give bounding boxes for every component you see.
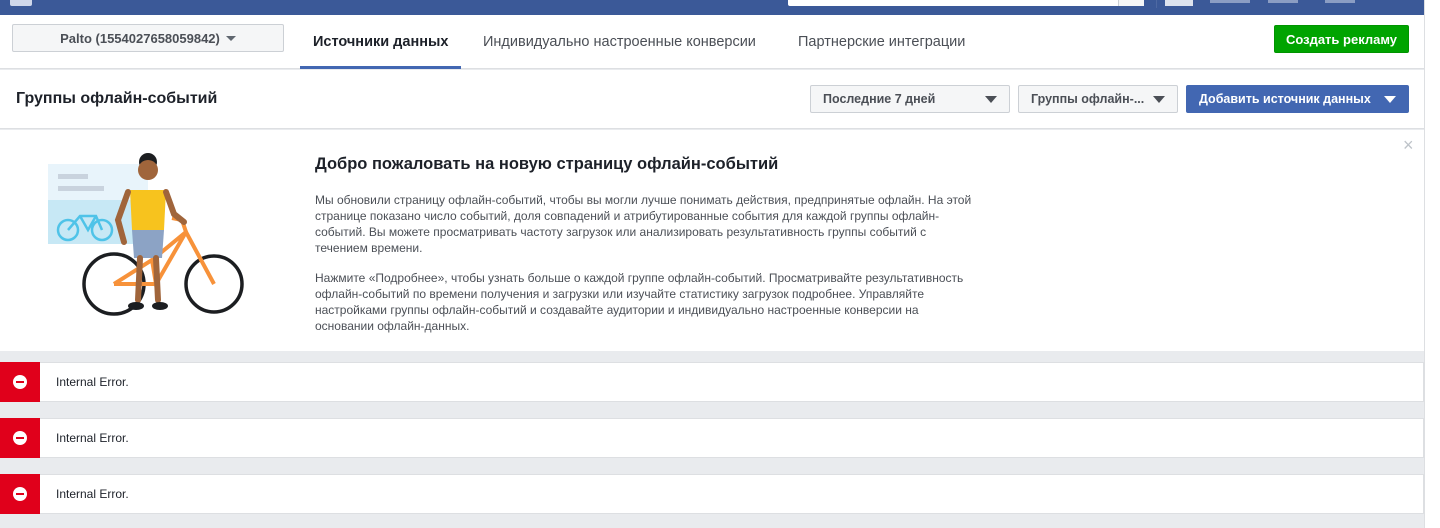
add-data-source-button[interactable]: Добавить источник данных: [1186, 85, 1409, 113]
welcome-paragraph-1: Мы обновили страницу офлайн-событий, что…: [315, 192, 1015, 256]
close-icon[interactable]: ×: [1403, 136, 1414, 154]
error-message: Internal Error.: [56, 375, 129, 389]
tab-label: Источники данных: [313, 33, 449, 50]
error-icon: [0, 418, 40, 458]
welcome-paragraph-2: Нажмите «Подробнее», чтобы узнать больше…: [315, 270, 1015, 334]
paragraph-line: Мы обновили страницу офлайн-событий, что…: [315, 193, 972, 207]
error-row: Internal Error.: [0, 418, 1424, 458]
tabs-row: Palto (1554027658059842) Источники данны…: [0, 15, 1424, 69]
page-title: Группы офлайн-событий: [16, 90, 218, 107]
error-row: Internal Error.: [0, 362, 1424, 402]
account-selector-label: Palto (1554027658059842): [60, 30, 220, 46]
tab-partner-integrations[interactable]: Партнерские интеграции: [798, 15, 965, 68]
triangle-down-icon: [1153, 96, 1165, 103]
triangle-down-icon: [985, 96, 997, 103]
tab-label: Партнерские интеграции: [798, 33, 966, 50]
date-range-label: Последние 7 дней: [823, 92, 936, 106]
error-icon: [0, 474, 40, 514]
paragraph-line: Нажмите «Подробнее», чтобы узнать больше…: [315, 271, 964, 285]
add-data-source-label: Добавить источник данных: [1199, 92, 1371, 106]
paragraph-line: настройками группы офлайн-событий и созд…: [315, 303, 919, 317]
tab-data-sources[interactable]: Источники данных: [300, 15, 461, 69]
welcome-panel: Добро пожаловать на новую страницу офлай…: [0, 130, 1424, 351]
event-groups-dropdown[interactable]: Группы офлайн-...: [1018, 85, 1178, 113]
scrollbar[interactable]: [1424, 0, 1440, 528]
account-selector[interactable]: Palto (1554027658059842): [12, 24, 284, 52]
date-range-dropdown[interactable]: Последние 7 дней: [810, 85, 1010, 113]
event-groups-label: Группы офлайн-...: [1031, 92, 1145, 106]
facebook-logo-icon[interactable]: [10, 0, 32, 6]
search-input[interactable]: [788, 0, 1144, 6]
triangle-down-icon: [1384, 96, 1396, 103]
welcome-title: Добро пожаловать на новую страницу офлай…: [315, 155, 779, 173]
person-with-bicycle-illustration: [48, 153, 244, 316]
error-row: Internal Error.: [0, 474, 1424, 514]
paragraph-line: странице показано число событий, доля со…: [315, 209, 940, 223]
paragraph-line: течением времени.: [315, 241, 423, 255]
nav-link[interactable]: [1325, 0, 1355, 3]
top-nav-bar: [0, 0, 1424, 15]
title-row: Группы офлайн-событий Последние 7 дней Г…: [0, 70, 1424, 129]
search-icon[interactable]: [1118, 0, 1144, 6]
divider: [1156, 0, 1157, 8]
profile-name-link[interactable]: [1210, 0, 1250, 3]
paragraph-line: основании офлайн-данных.: [315, 319, 470, 333]
error-message: Internal Error.: [56, 431, 129, 445]
paragraph-line: событий. Вы можете просматривать частоту…: [315, 225, 927, 239]
home-link[interactable]: [1268, 0, 1298, 3]
paragraph-line: офлайн-событий по времени получения и за…: [315, 287, 925, 301]
tab-label: Индивидуально настроенные конверсии: [483, 33, 756, 50]
tab-custom-conversions[interactable]: Индивидуально настроенные конверсии: [483, 15, 756, 68]
error-icon: [0, 362, 40, 402]
avatar[interactable]: [1165, 0, 1193, 6]
create-ad-button[interactable]: Создать рекламу: [1274, 25, 1409, 53]
caret-down-icon: [225, 35, 236, 41]
error-message: Internal Error.: [56, 487, 129, 501]
